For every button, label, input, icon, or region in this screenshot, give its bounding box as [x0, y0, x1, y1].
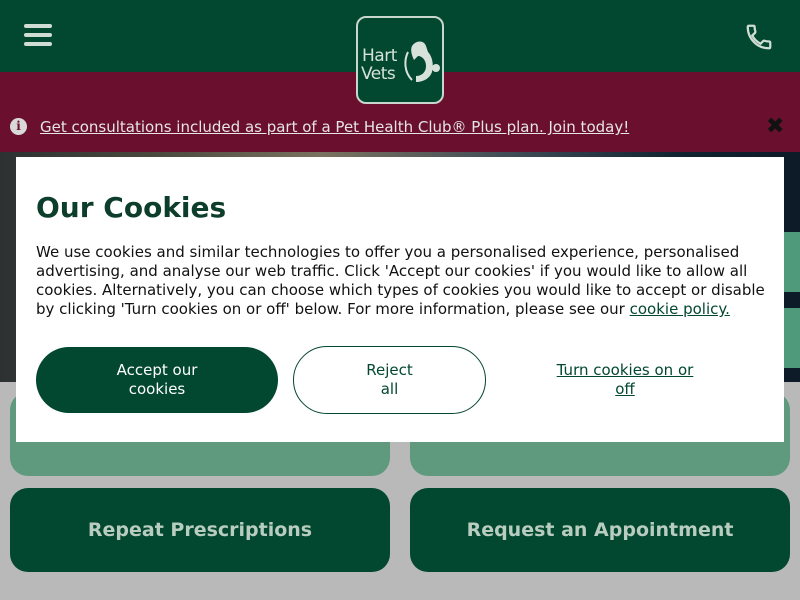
accept-cookies-label: Accept our cookies	[116, 361, 198, 398]
phone-icon-graphic	[746, 24, 772, 50]
close-icon[interactable]: ✖	[766, 116, 784, 138]
hero-side-button[interactable]	[784, 232, 800, 292]
accept-cookies-button[interactable]: Accept our cookies	[36, 347, 278, 413]
hart-vets-logo[interactable]: Hart Vets	[356, 16, 444, 104]
request-appointment-button[interactable]: Request an Appointment	[410, 488, 790, 572]
cookie-consent-dialog: Our Cookies We use cookies and similar t…	[16, 157, 784, 442]
promo-link[interactable]: Get consultations included as part of a …	[40, 118, 629, 136]
turn-cookies-on-off-link[interactable]: Turn cookies on or off	[551, 347, 699, 413]
hamburger-menu-icon[interactable]	[24, 24, 52, 48]
turn-cookies-label: Turn cookies on or off	[556, 361, 694, 398]
reject-all-label: Reject all	[366, 361, 413, 398]
reject-all-button[interactable]: Reject all	[293, 346, 486, 414]
cookie-policy-link[interactable]: cookie policy.	[630, 300, 730, 318]
dog-logo-icon	[404, 41, 440, 82]
phone-icon[interactable]	[744, 22, 774, 52]
repeat-prescriptions-button[interactable]: Repeat Prescriptions	[10, 488, 390, 572]
logo-line1: Hart	[362, 46, 397, 66]
cookie-title: Our Cookies	[36, 191, 227, 224]
info-icon: i	[10, 118, 27, 135]
logo-line2: Vets	[361, 64, 396, 84]
cookie-description: We use cookies and similar technologies …	[36, 243, 766, 319]
hero-side-button[interactable]	[784, 308, 800, 368]
